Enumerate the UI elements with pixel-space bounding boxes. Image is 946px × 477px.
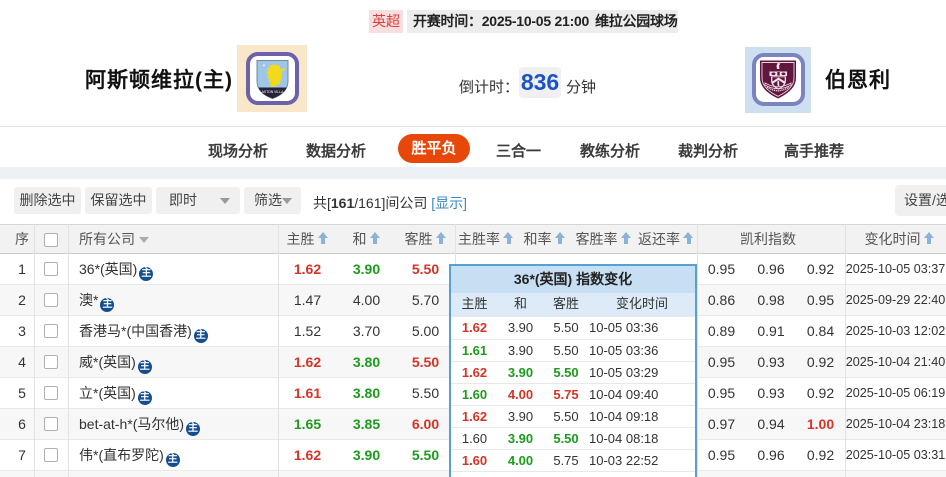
svg-text:ASTON VILLA: ASTON VILLA bbox=[262, 90, 285, 94]
